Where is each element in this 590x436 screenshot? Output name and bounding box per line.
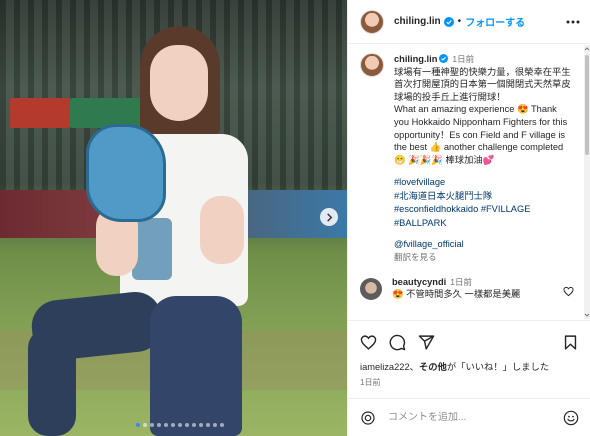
comments-area[interactable]: chiling.lin 1日前 球場有一種神聖的快樂力量，很榮幸在平生首次打開屋頂… [348, 45, 584, 319]
scroll-down-arrow-icon[interactable] [584, 311, 590, 319]
mention-link[interactable]: @fvillage_official [394, 238, 574, 251]
add-comment-bar [348, 398, 590, 436]
tshirt-print [132, 218, 172, 280]
action-icons [360, 331, 579, 353]
translate-link[interactable]: 翻訳を見る [394, 251, 574, 264]
likes-summary: iameliza222、その他が「いいね！」しました [360, 359, 579, 373]
comment-time[interactable]: 1日前 [450, 277, 472, 287]
caption-body: chiling.lin 1日前 球場有一種神聖的快樂力量，很榮幸在平生首次打開屋頂… [394, 53, 574, 264]
scrollbar-thumb[interactable] [585, 55, 589, 155]
share-paper-plane-icon[interactable] [418, 334, 435, 351]
comment-text: 😍 不管時間多久 一樣都是美麗 [392, 289, 521, 300]
carousel-dot [171, 423, 175, 427]
hashtag-list: #lovefvillage #北海道日本火腿鬥士隊 #esconfieldhok… [394, 176, 574, 230]
post-photo[interactable] [0, 0, 347, 436]
carousel-dot [143, 423, 147, 427]
carousel-dot [206, 423, 210, 427]
carousel-dot [185, 423, 189, 427]
carousel-dot [213, 423, 217, 427]
hashtag-link[interactable]: #lovefvillage [394, 176, 574, 190]
carousel-dot [150, 423, 154, 427]
carousel-dot [220, 423, 224, 427]
chevron-right-icon [326, 212, 332, 222]
verified-badge-icon [439, 54, 449, 63]
commenter-avatar[interactable] [360, 277, 382, 300]
post-actions: iameliza222、その他が「いいね！」しました 1日前 [348, 320, 590, 388]
scroll-up-arrow-icon[interactable] [584, 45, 590, 53]
post-header: chiling.lin • フォローする [348, 0, 590, 44]
caption-text: 球場有一種神聖的快樂力量，很榮幸在平生首次打開屋頂的日本第一個開閉式天然草皮球場… [394, 66, 571, 165]
hashtag-link[interactable]: #esconfieldhokkaido #FVILLAGE [394, 203, 574, 217]
commenter-username[interactable]: beautycyndi [392, 277, 446, 287]
carousel-dot [157, 423, 161, 427]
caption-username[interactable]: chiling.lin [394, 54, 437, 64]
carousel-dot [192, 423, 196, 427]
like-heart-icon[interactable] [360, 334, 377, 351]
likes-connector: 、 [409, 362, 419, 372]
jeans-right-leg [150, 296, 242, 436]
carousel-dot [178, 423, 182, 427]
liker-username[interactable]: iameliza222 [360, 362, 410, 372]
comment-item: beautycyndi 1日前 😍 不管時間多久 一樣都是美麗 [360, 276, 574, 301]
hashtag-link[interactable]: #北海道日本火腿鬥士隊 [394, 190, 574, 204]
comment-body: beautycyndi 1日前 😍 不管時間多久 一樣都是美麗 [392, 276, 563, 301]
author-username[interactable]: chiling.lin [394, 16, 441, 27]
comment-bubble-icon[interactable] [389, 334, 406, 351]
bookmark-save-icon[interactable] [562, 334, 579, 351]
likes-others-link[interactable]: その他 [419, 362, 447, 372]
caption-avatar[interactable] [360, 53, 384, 77]
carousel-dot [136, 423, 140, 427]
comment-input[interactable] [388, 412, 563, 423]
caption-time[interactable]: 1日前 [452, 54, 474, 64]
comments-scrollbar[interactable] [584, 45, 590, 319]
camera-sticker-icon[interactable] [360, 410, 376, 426]
comment-like-heart-icon[interactable] [563, 286, 574, 297]
follow-button[interactable]: フォローする [465, 14, 525, 29]
hashtag-link[interactable]: #BALLPARK [394, 217, 574, 231]
emoji-icon[interactable] [563, 410, 579, 426]
likes-suffix: が「いいね！」しました [446, 362, 550, 372]
caption: chiling.lin 1日前 球場有一種神聖的快樂力量，很榮幸在平生首次打開屋頂… [360, 53, 574, 264]
more-options-icon[interactable] [566, 20, 580, 24]
pitcher-figure [0, 0, 347, 436]
separator-dot: • [457, 16, 462, 27]
post-date[interactable]: 1日前 [360, 377, 579, 388]
verified-badge-icon [443, 16, 454, 27]
author-avatar[interactable] [360, 9, 384, 34]
next-slide-button[interactable] [320, 208, 338, 226]
right-arm [200, 196, 244, 264]
post-side-panel: chiling.lin • フォローする chiling.lin 1日前 球場有一… [347, 0, 590, 436]
baseball-glove [86, 124, 166, 222]
face [150, 45, 208, 121]
jeans-left-leg [28, 328, 76, 436]
carousel-dots [136, 423, 224, 427]
carousel-dot [164, 423, 168, 427]
carousel-dot [199, 423, 203, 427]
